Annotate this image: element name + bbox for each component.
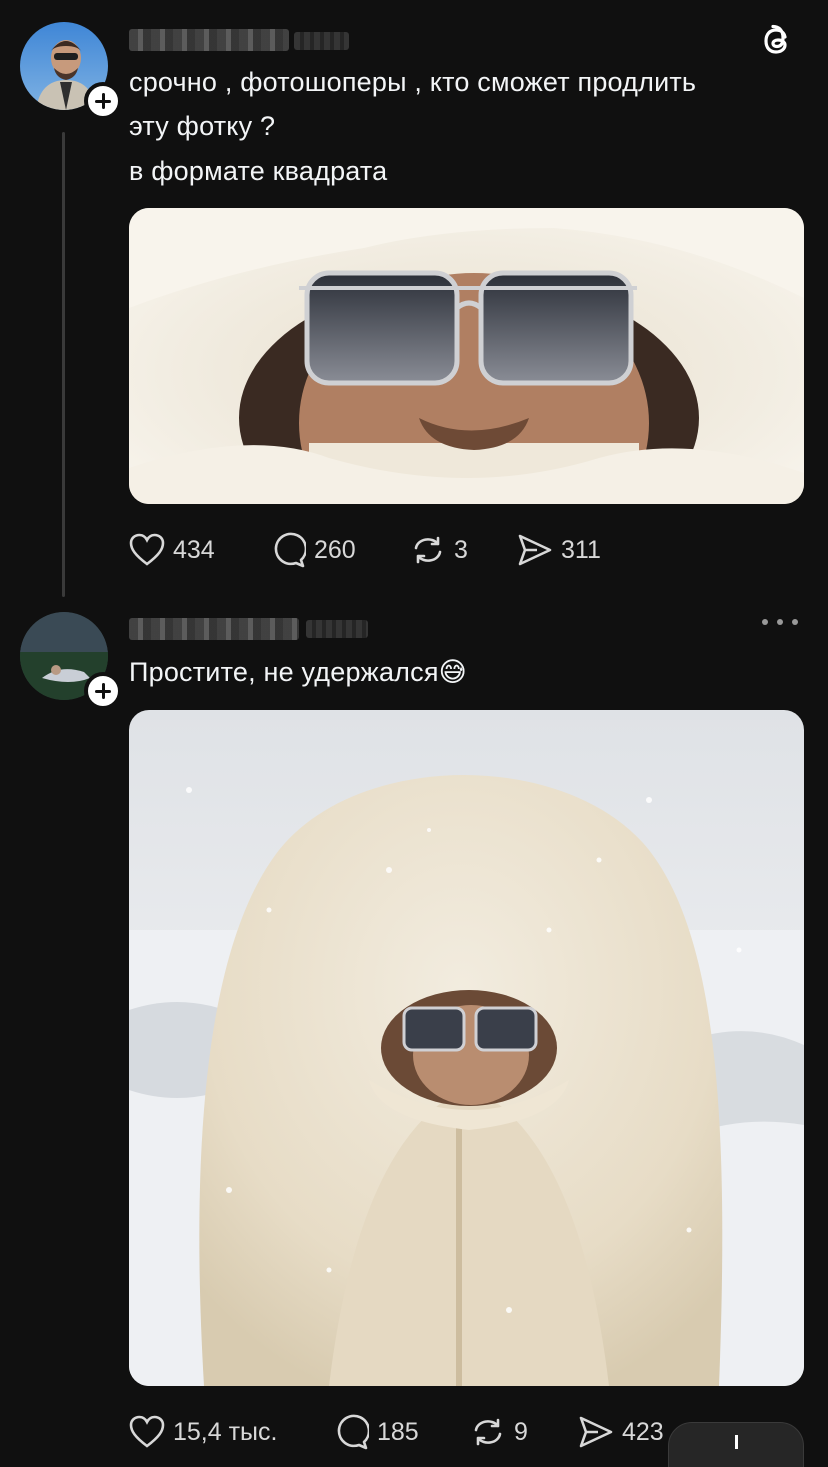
post-1-text-line-1: срочно , фотошоперы , кто сможет продлит… (129, 67, 697, 97)
compose-button[interactable] (668, 1422, 804, 1467)
post-1-text-line-2: эту фотку ? (129, 111, 276, 141)
like-button[interactable]: 434 (129, 530, 215, 570)
comment-count: 185 (377, 1417, 419, 1446)
sweat-smile-emoji: 😅 (438, 657, 467, 687)
repost-button[interactable]: 3 (410, 530, 468, 570)
like-count: 434 (173, 535, 215, 564)
thread-connector-line (62, 132, 65, 597)
comment-count: 260 (314, 535, 356, 564)
post-2-text-content: Простите, не удержался (129, 657, 439, 687)
share-count: 311 (561, 535, 601, 564)
share-icon (518, 534, 552, 566)
comment-icon (337, 1414, 369, 1450)
post-1-text-line-3: в формате квадрата (129, 156, 388, 186)
post-2-avatar[interactable] (20, 612, 122, 710)
heart-icon (129, 533, 165, 566)
share-count: 423 (622, 1417, 664, 1446)
repost-count: 9 (514, 1417, 528, 1446)
follow-plus-button[interactable] (84, 672, 122, 710)
repost-button[interactable]: 9 (470, 1412, 528, 1452)
like-count: 15,4 тыс. (173, 1417, 278, 1446)
post-1-avatar[interactable] (20, 22, 122, 120)
comment-button[interactable]: 185 (333, 1412, 419, 1452)
like-button[interactable]: 15,4 тыс. (129, 1412, 277, 1452)
post-2-text: Простите, не удержался😅 (129, 650, 467, 694)
share-icon (579, 1416, 613, 1448)
repost-icon (474, 1418, 502, 1446)
share-button[interactable]: 423 (578, 1412, 664, 1452)
comment-button[interactable]: 260 (270, 530, 356, 570)
username-blurred[interactable] (129, 618, 299, 640)
repost-icon (414, 536, 442, 564)
heart-icon (129, 1415, 165, 1448)
share-button[interactable]: 311 (517, 530, 601, 570)
post-1-photo[interactable] (129, 208, 804, 504)
timestamp-blurred (294, 32, 349, 50)
comment-icon (274, 532, 306, 568)
repost-count: 3 (454, 535, 468, 564)
follow-plus-button[interactable] (84, 82, 122, 120)
username-blurred[interactable] (129, 29, 289, 51)
timestamp-blurred (306, 620, 368, 638)
post-2-photo[interactable] (129, 710, 804, 1386)
threads-icon[interactable] (758, 20, 798, 60)
more-icon[interactable] (762, 612, 798, 632)
